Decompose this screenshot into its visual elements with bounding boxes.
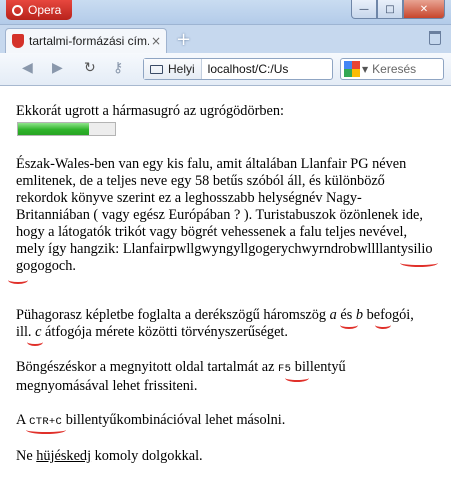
text-line: Észak-Wales-ben van egy kis falu, amit á… — [16, 156, 407, 172]
progress-fill — [18, 123, 89, 135]
opera-favicon-icon — [12, 34, 24, 48]
title-bar: Opera — □ ✕ — [0, 0, 451, 25]
page-content: Ekkorát ugrott a hármasugró az ugrógödör… — [0, 86, 451, 478]
key-icon[interactable]: ⚷ — [113, 60, 123, 76]
minimize-button[interactable]: — — [351, 0, 377, 19]
google-icon — [344, 61, 360, 77]
annotation-underline — [8, 276, 28, 284]
text-line: hogy a látogatók trikót vagy bögrét vehe… — [16, 224, 408, 240]
paragraph-joke: Ne hüjéskedj komoly dolgokkal. — [16, 448, 446, 465]
text-span: komoly dolgokkal. — [91, 448, 203, 464]
text-span: Pühagorasz képletbe foglalta a derékszög… — [16, 307, 330, 323]
forward-icon[interactable]: ▶ — [52, 60, 63, 76]
opera-menu-button[interactable]: Opera — [6, 0, 72, 20]
text-span: billentyűkombinációval lehet másolni. — [62, 412, 286, 428]
annotation-underline — [27, 338, 43, 346]
paragraph-f5: Böngészéskor a megnyitott oldal tartalmá… — [16, 359, 446, 395]
url-text[interactable]: localhost/C:/Us — [202, 62, 289, 76]
text-line: megnyomásával lehet frissiteni. — [16, 378, 198, 394]
window-controls: — □ ✕ — [351, 0, 445, 19]
site-info-button[interactable]: Helyi — [144, 59, 202, 79]
tab-bar: tartalmi-formázási cím... × + — [0, 25, 451, 53]
text-span: Ne — [16, 448, 37, 464]
text-line: rekordok könyve szerint ez a leghosszabb… — [16, 190, 362, 206]
underlined-word: hüjéskedj — [36, 448, 92, 464]
annotation-underline — [400, 259, 438, 267]
text-span: átfogója mérete közötti törvényszerűsége… — [41, 324, 288, 340]
jump-progress-bar — [17, 122, 116, 136]
opera-logo-icon — [12, 4, 23, 16]
text-line: mely így hangzik: Llanfairpwllgwyngyllgo… — [16, 241, 446, 258]
tab-title: tartalmi-formázási cím... — [29, 34, 149, 48]
annotation-underline — [340, 321, 358, 329]
tab-close-icon[interactable]: × — [149, 34, 163, 48]
text-span: Böngészéskor a megnyitott oldal tartalmá… — [16, 359, 279, 375]
variable-a: a — [329, 307, 337, 323]
maximize-button[interactable]: □ — [377, 0, 403, 19]
paragraph-jump: Ekkorát ugrott a hármasugró az ugrógödör… — [16, 103, 284, 119]
search-field[interactable]: ▼ Keresés — [340, 58, 444, 80]
text-span: billentyű — [291, 359, 346, 375]
reload-icon[interactable]: ↻ — [84, 60, 96, 76]
close-window-button[interactable]: ✕ — [403, 0, 445, 19]
back-icon[interactable]: ◀ — [22, 60, 33, 76]
annotation-underline — [375, 321, 391, 329]
village-name: Llanfairpwllgwyngyllgogerychwyrndrobwlll… — [122, 241, 433, 257]
trash-icon[interactable] — [429, 31, 441, 45]
chevron-down-icon[interactable]: ▼ — [362, 65, 368, 74]
site-label: Helyi — [168, 62, 195, 76]
paragraph-wales: Észak-Wales-ben van egy kis falu, amit á… — [16, 156, 446, 275]
text-span: . — [72, 258, 76, 274]
navigation-toolbar: ◀ ▶ ↻ ⚷ Helyi localhost/C:/Us ▼ Keresés — [0, 53, 451, 86]
computer-icon — [150, 64, 163, 74]
search-placeholder: Keresés — [372, 62, 417, 76]
text-line: gogogoch. — [16, 258, 446, 275]
opera-menu-label: Opera — [28, 3, 62, 17]
annotation-underline — [285, 374, 309, 382]
annotation-underline — [26, 426, 66, 434]
text-line: Böngészéskor a megnyitott oldal tartalmá… — [16, 359, 446, 378]
text-line: emlitenek, de a teljes neve egy 58 betűs… — [16, 173, 385, 189]
tab-active[interactable]: tartalmi-formázási cím... × — [5, 28, 167, 53]
new-tab-button[interactable]: + — [176, 29, 191, 50]
text-span: mely így hangzik: — [16, 241, 123, 257]
paragraph-copy: A CTR+C billentyűkombinációval lehet más… — [16, 412, 446, 431]
text-line: Britanniában ( vagy egész Európában ? ).… — [16, 207, 423, 223]
village-name-continued: gogogoch — [16, 258, 73, 274]
address-bar[interactable]: Helyi localhost/C:/Us — [143, 58, 333, 80]
